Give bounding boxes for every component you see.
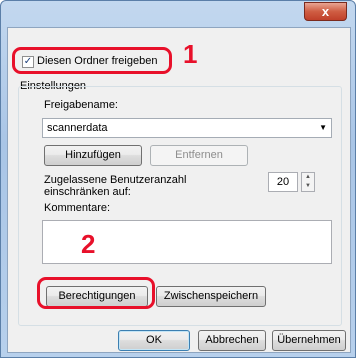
add-button[interactable]: Hinzufügen <box>44 145 142 166</box>
comments-label: Kommentare: <box>44 202 111 214</box>
step-2-callout: 2 <box>81 229 96 259</box>
permissions-highlight <box>37 277 155 309</box>
apply-button[interactable]: Übernehmen <box>272 330 346 351</box>
close-icon: x <box>321 4 330 19</box>
cancel-button[interactable]: Abbrechen <box>198 330 266 351</box>
share-name-value: scannerdata <box>47 122 108 134</box>
spin-up-icon[interactable]: ▲ <box>302 173 314 182</box>
share-settings-dialog: x ✓ Diesen Ordner freigeben Einstellunge… <box>0 0 356 358</box>
chevron-down-icon[interactable]: ▼ <box>319 119 327 137</box>
share-checkbox-highlight <box>12 47 172 74</box>
step-1-callout: 1 <box>183 39 198 69</box>
user-limit-spinner[interactable]: ▲ ▼ <box>301 172 315 192</box>
ok-button[interactable]: OK <box>118 330 190 351</box>
close-button[interactable]: x <box>304 2 347 21</box>
share-name-label: Freigabename: <box>44 99 118 111</box>
user-limit-input[interactable]: 20 <box>268 172 298 192</box>
spin-down-icon[interactable]: ▼ <box>302 182 314 191</box>
share-name-combobox[interactable]: scannerdata ▼ <box>42 118 332 138</box>
remove-button: Entfernen <box>150 145 248 166</box>
user-limit-label: Zugelassene Benutzeranzahl einschränken … <box>44 174 187 198</box>
caching-button[interactable]: Zwischenspeichern <box>156 286 266 307</box>
